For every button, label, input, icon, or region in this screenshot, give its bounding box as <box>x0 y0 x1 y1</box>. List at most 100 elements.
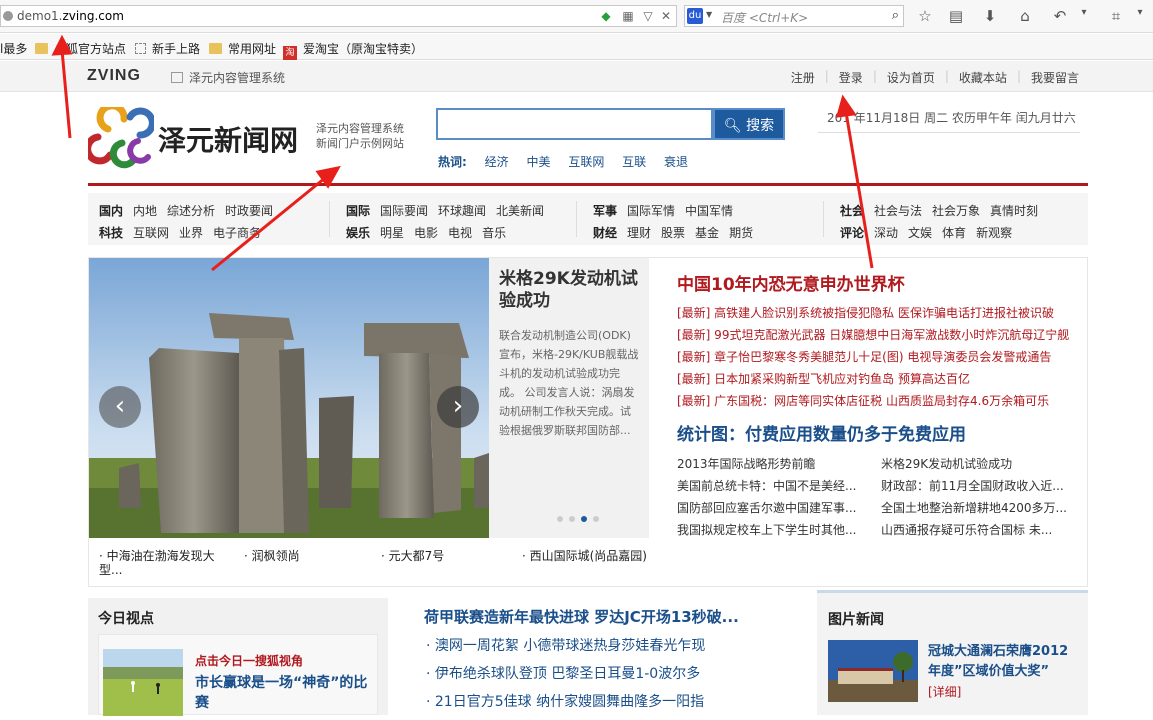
focus-section: ‹ › 米格29K发动机试验成功 联合发动机制造公司(ODK)宣布，米格-29K… <box>88 257 1088 587</box>
document-icon <box>171 72 183 83</box>
bookmark-common-sites[interactable]: 常用网址 <box>209 40 276 57</box>
bookmark-firefox[interactable]: 火狐官方站点 <box>35 40 126 57</box>
back-icon[interactable]: ↶ <box>1050 7 1070 25</box>
bookmark-most-visited[interactable]: l最多 <box>0 40 27 57</box>
list-item[interactable]: · 澳网一周花絮 小德带球迷热身莎娃春光乍现 <box>426 636 806 664</box>
thumb-link[interactable]: · 元大都7号 <box>381 549 444 563</box>
channel-row: 国际 国际要闻 环球趣闻 北美新闻 <box>346 204 545 218</box>
chevron-down-icon[interactable]: ▾ <box>1074 7 1094 18</box>
login-link[interactable]: 登录 <box>829 69 873 86</box>
slide-indicators <box>557 511 605 525</box>
site-logo-icon[interactable] <box>88 107 154 169</box>
news-grid: 2013年国际战略形势前瞻 米格29K发动机试验成功 美国前总统卡特：中国不是美经… <box>677 453 1077 541</box>
baidu-icon[interactable]: du <box>687 8 703 24</box>
stonehenge-photo <box>89 258 489 538</box>
divider <box>823 201 824 237</box>
chevron-down-icon[interactable]: ▼ <box>706 10 712 19</box>
system-link[interactable]: 泽元内容管理系统 <box>171 69 285 86</box>
slideshow-image[interactable]: ‹ › <box>89 258 489 538</box>
list-item[interactable]: 国防部回应塞舌尔邀中国建军事... <box>677 497 856 519</box>
leave-message-link[interactable]: 我要留言 <box>1021 69 1089 86</box>
channel-row: 社会 社会与法 社会万象 真情时刻 <box>840 204 1039 218</box>
dropdown-icon[interactable]: ▽ <box>641 9 655 23</box>
home-icon[interactable]: ⌂ <box>1015 7 1035 25</box>
hot-label: 热词: <box>438 155 467 169</box>
viewpoint-label[interactable]: 点击今日一搜狐视角 <box>195 652 303 669</box>
search-button[interactable]: 🔍︎ 搜索 <box>713 108 785 140</box>
download-icon[interactable]: ⬇ <box>980 7 1000 25</box>
search-placeholder: 百度 <Ctrl+K> <box>721 11 809 25</box>
thumb-link[interactable]: · 润枫领尚 <box>244 549 300 563</box>
channel-row: 军事 国际军情 中国军情 <box>593 204 734 218</box>
list-item[interactable]: 米格29K发动机试验成功 <box>881 453 1012 475</box>
site-topbar: ZVING 泽元内容管理系统 注册 | 登录 | 设为首页 | 收藏本站 | 我要留言 <box>0 61 1153 92</box>
qr-code-icon[interactable]: ▦ <box>621 9 635 23</box>
slide-dot[interactable] <box>593 516 599 522</box>
slide-dot[interactable] <box>581 516 587 522</box>
reading-list-icon[interactable]: ▤ <box>946 7 966 25</box>
photo-news-image[interactable] <box>828 640 918 702</box>
channel-row: 国内 内地 综述分析 时政要闻 <box>99 204 274 218</box>
site-search-input[interactable] <box>436 108 713 140</box>
bookmark-getting-started[interactable]: 新手上路 <box>135 40 200 57</box>
list-item[interactable]: 我国拟规定校车上下学生时其他... <box>677 519 856 541</box>
channel-row: 评论 深动 文娱 体育 新观察 <box>840 226 1013 240</box>
hot-word[interactable]: 中美 <box>526 155 550 169</box>
bookmark-taobao[interactable]: 淘爱淘宝（原淘宝特卖） <box>283 40 423 60</box>
main-headline[interactable]: 中国10年内恐无意申办世界杯 <box>677 270 905 295</box>
hot-word[interactable]: 互联 <box>622 155 646 169</box>
register-link[interactable]: 注册 <box>781 69 825 86</box>
folder-icon <box>209 43 222 54</box>
url-text[interactable]: demo1.zving.com <box>17 9 124 23</box>
soccer-photo[interactable] <box>103 649 183 716</box>
list-item[interactable]: 全国土地整治新增耕地4200多万... <box>881 497 1067 519</box>
list-item[interactable]: [最新] 高铁建人脸识别系统被指侵犯隐私 医保诈骗电话打进报社被识破 <box>677 302 1077 324</box>
prev-arrow-icon[interactable]: ‹ <box>99 386 141 428</box>
list-item[interactable]: 2013年国际战略形势前瞻 <box>677 453 816 475</box>
site-header: 泽元新闻网 泽元内容管理系统 新闻门户示例网站 🔍︎ 搜索 热词: 经济 中美 … <box>88 103 1088 183</box>
divider <box>576 201 577 237</box>
sports-headline[interactable]: 荷甲联赛造新年最快进球 罗达JC开场13秒破... <box>424 606 739 627</box>
slide-title[interactable]: 米格29K发动机试验成功 <box>499 268 639 312</box>
list-item[interactable]: [最新] 日本加紧采购新型飞机应对钓鱼岛 预算高达百亿 <box>677 368 1077 390</box>
shield-icon[interactable]: ◆ <box>599 9 613 23</box>
list-item[interactable]: [最新] 广东国税：网店等同实体店征税 山西质监局封存4.6万余箱可乐 <box>677 390 1077 412</box>
chevron-down-icon[interactable]: ▾ <box>1130 7 1150 18</box>
list-item[interactable]: · 21日官方5佳球 纳什家嫂圆舞曲隆多一阳指 <box>426 692 806 720</box>
list-item[interactable]: · 伊布绝杀球队登顶 巴黎圣日耳曼1-0波尔多 <box>426 664 806 692</box>
slide-dot[interactable] <box>569 516 575 522</box>
slide-dot[interactable] <box>557 516 563 522</box>
section-title: 图片新闻 <box>828 612 884 628</box>
second-headline[interactable]: 统计图：付费应用数量仍多于免费应用 <box>677 420 966 445</box>
slide-caption: 米格29K发动机试验成功 联合发动机制造公司(ODK)宣布，米格-29K/KUB… <box>489 258 649 538</box>
bookmarks-bar: l最多 火狐官方站点 新手上路 常用网址 淘爱淘宝（原淘宝特卖） <box>0 34 1153 60</box>
bookmark-site-link[interactable]: 收藏本站 <box>949 69 1017 86</box>
star-icon[interactable]: ☆ <box>915 7 935 25</box>
channel-row: 娱乐 明星 电影 电视 音乐 <box>346 226 507 240</box>
site-name[interactable]: 泽元新闻网 <box>158 119 298 159</box>
zving-logo[interactable]: ZVING <box>87 67 141 85</box>
list-item[interactable]: 财政部：前11月全国财政收入近... <box>881 475 1064 497</box>
divider <box>329 201 330 237</box>
next-arrow-icon[interactable]: › <box>437 386 479 428</box>
thumb-link[interactable]: · 中海油在渤海发现大型... <box>99 549 229 577</box>
search-icon[interactable]: ⌕ <box>892 8 899 23</box>
page-icon <box>135 43 146 54</box>
photo-caption[interactable]: 冠城大通澜石荣膺2012年度”区域价值大奖” [详细] <box>928 642 1078 703</box>
hot-word[interactable]: 互联网 <box>568 155 604 169</box>
close-icon[interactable]: ✕ <box>659 9 673 23</box>
more-link[interactable]: [详细] <box>928 685 961 699</box>
set-homepage-link[interactable]: 设为首页 <box>877 69 945 86</box>
list-item[interactable]: 美国前总统卡特：中国不是美经... <box>677 475 856 497</box>
hot-word[interactable]: 衰退 <box>664 155 688 169</box>
browser-search[interactable]: du ▼ 百度 <Ctrl+K> ⌕ <box>684 5 904 27</box>
list-item[interactable]: 山西通报存疑可乐符合国标 未... <box>881 519 1052 541</box>
browser-toolbar: demo1.zving.com ◆ ▦ ▽ ✕ du ▼ 百度 <Ctrl+K>… <box>0 0 1153 33</box>
address-bar[interactable]: demo1.zving.com ◆ ▦ ▽ ✕ <box>0 5 677 27</box>
crop-icon[interactable]: ⌗ <box>1106 7 1126 25</box>
viewpoint-headline[interactable]: 市长赢球是一场“神奇”的比赛 <box>195 673 375 713</box>
list-item[interactable]: [最新] 章子怡巴黎寒冬秀美腿范儿十足(图) 电视导演委员会发警戒通告 <box>677 346 1077 368</box>
thumb-link[interactable]: · 西山国际城(尚品嘉园) <box>522 549 647 563</box>
hot-word[interactable]: 经济 <box>485 155 509 169</box>
list-item[interactable]: [最新] 99式坦克配激光武器 日媒臆想中日海军激战数小时炸沉航母辽宁舰 <box>677 324 1077 346</box>
